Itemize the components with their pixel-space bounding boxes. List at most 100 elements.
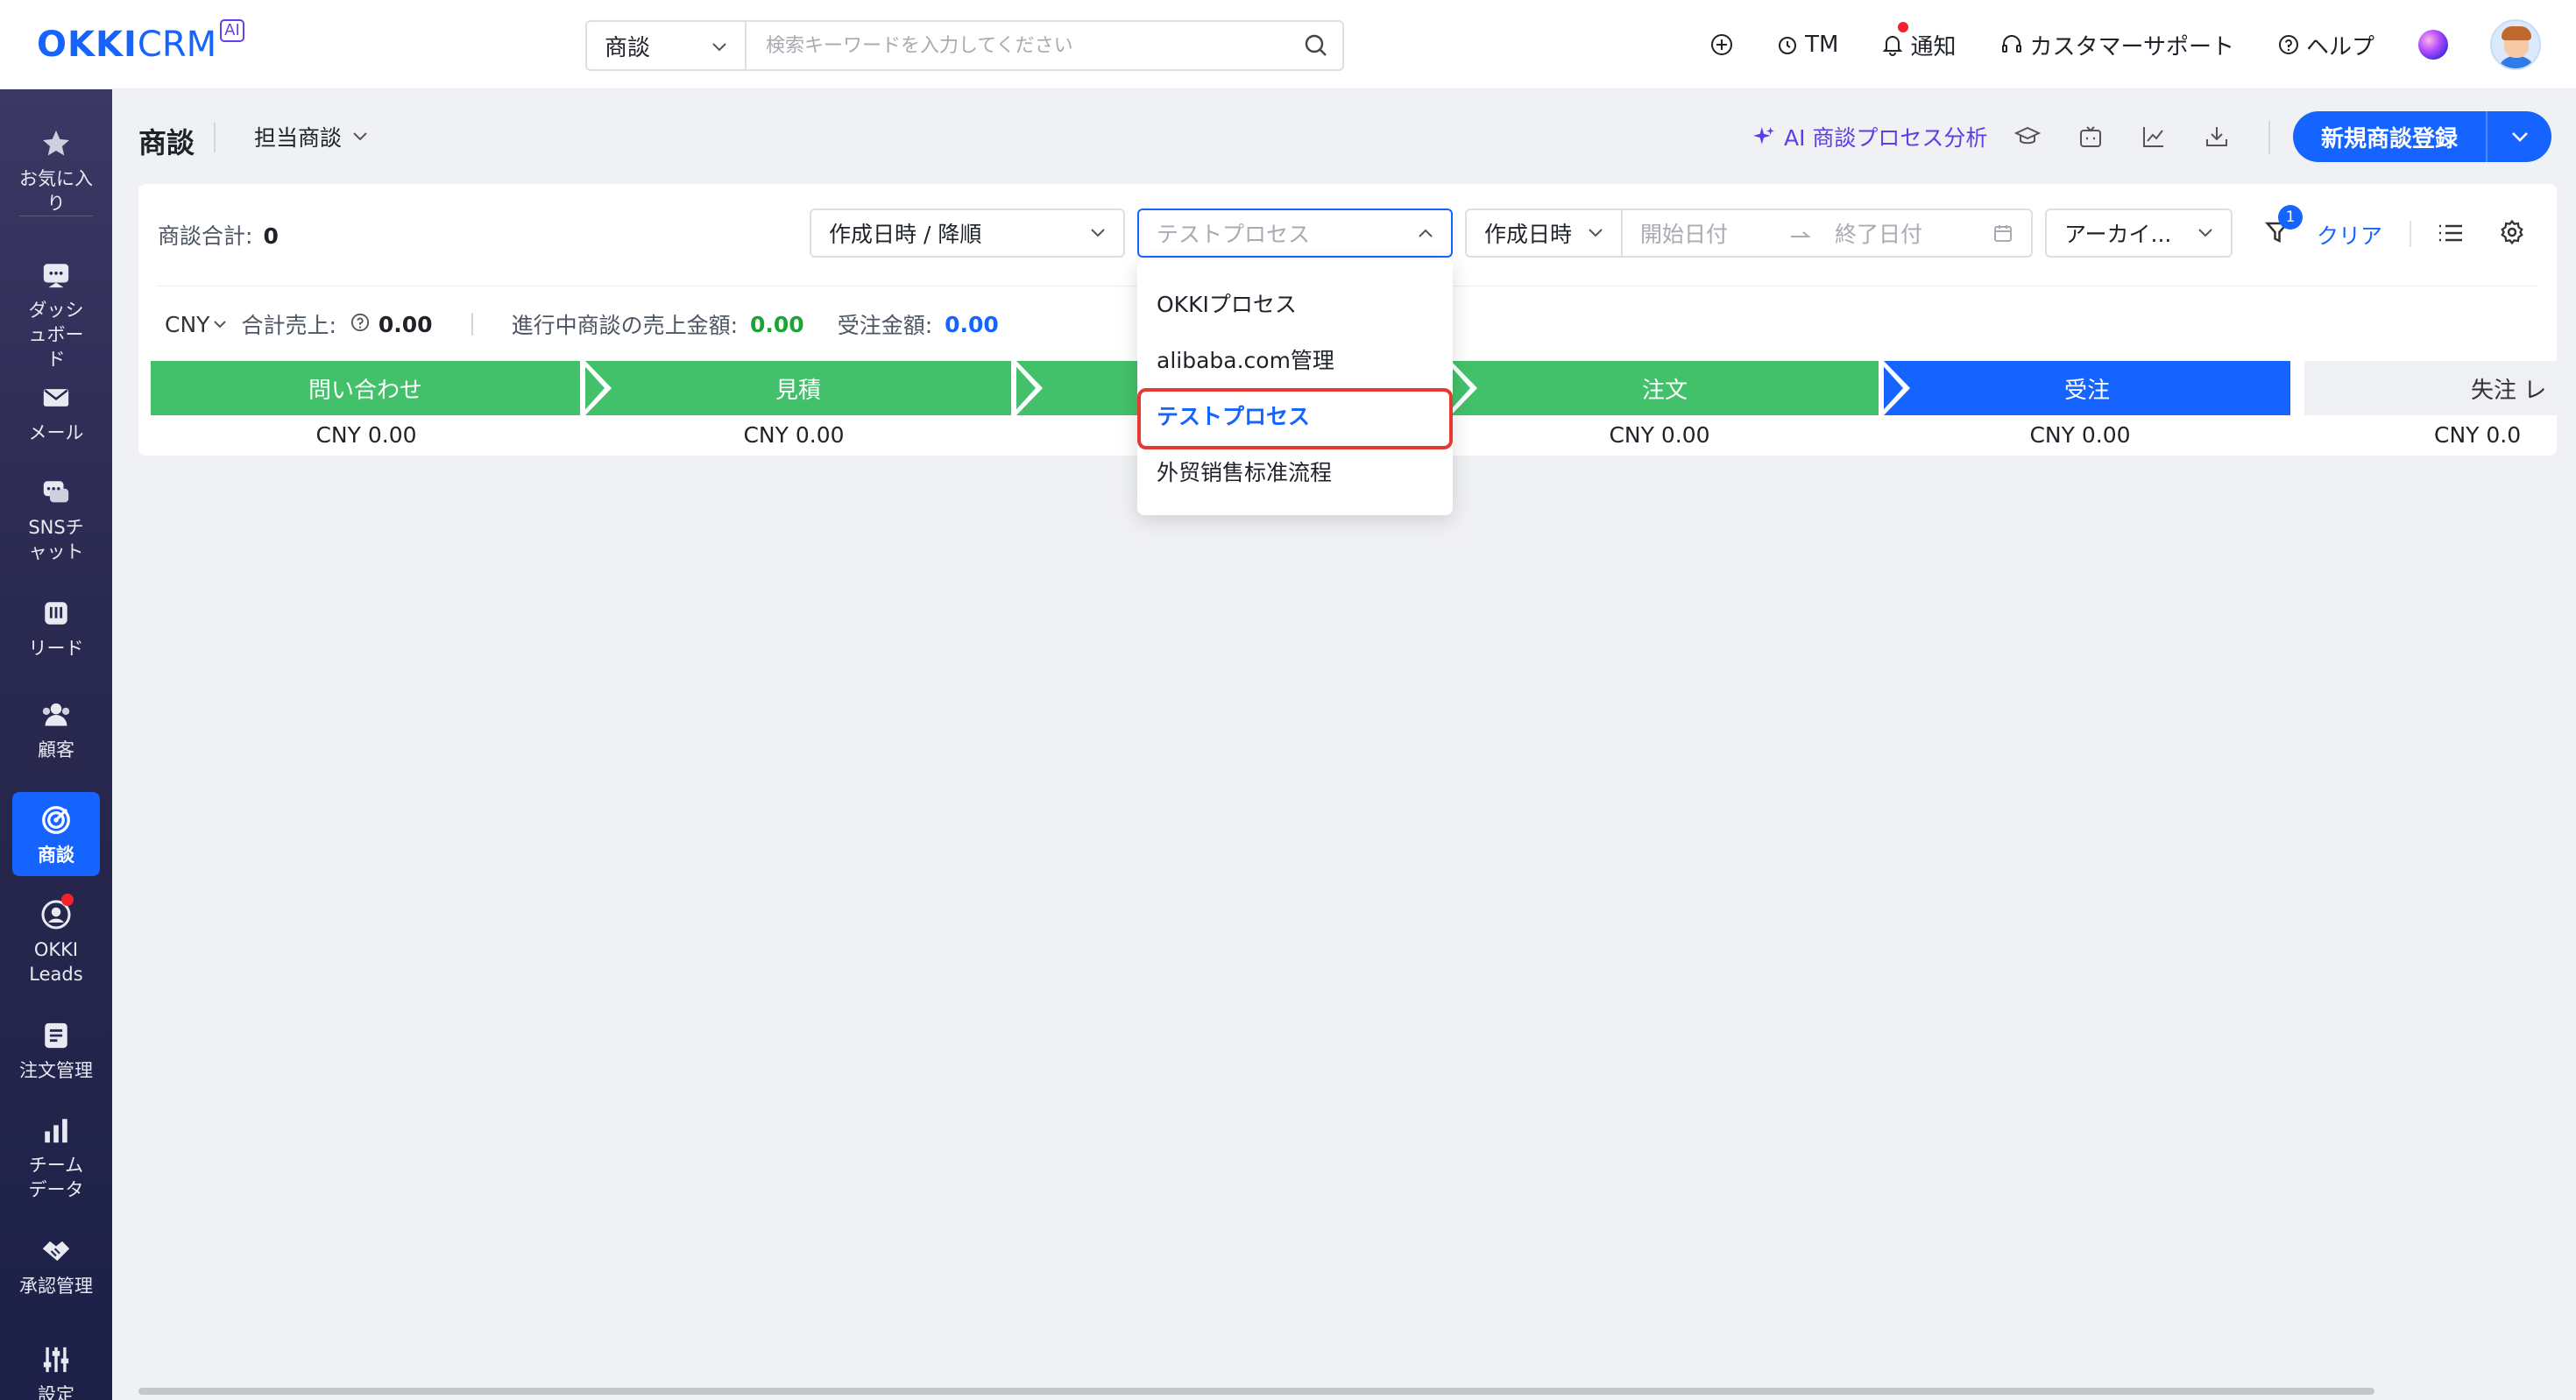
total-sales-value: 0.00	[378, 311, 433, 337]
sidebar-item-dashboard[interactable]: ダッシュボード	[0, 258, 112, 371]
help-label: ヘルプ	[2305, 33, 2374, 60]
stage-amount: CNY 0.00	[315, 422, 417, 448]
sidebar-item-mail[interactable]: メール	[0, 380, 112, 445]
deal-total: 商談合計: 0	[158, 219, 279, 251]
currency-label: CNY	[165, 311, 210, 337]
in-progress-sales-label: 進行中商談の売上金額:	[511, 313, 738, 338]
handshake-icon	[39, 1234, 74, 1269]
ai-assistant-orb-icon[interactable]	[2418, 30, 2448, 60]
gear-icon[interactable]	[2499, 219, 2525, 249]
process-select[interactable]: テストプロセス	[1137, 209, 1453, 258]
sidebar-item-lead[interactable]: リード	[0, 596, 112, 661]
total-sales-label: 合計売上:	[241, 313, 336, 338]
won-amount-label: 受注金額:	[837, 313, 933, 338]
chevron-down-icon	[2198, 229, 2212, 237]
sidebar-item-label: お気に入り	[19, 168, 93, 214]
sidebar-item-okki-leads[interactable]: OKKI Leads	[0, 894, 112, 986]
sidebar-item-favorites[interactable]: お気に入り	[0, 126, 112, 216]
search-icon[interactable]	[1290, 33, 1342, 58]
sidebar-item-label: メール	[28, 422, 84, 443]
notification-dot	[1898, 21, 1909, 32]
stage-inquiry[interactable]: 問い合わせ	[151, 361, 580, 415]
tm-button[interactable]: TM	[1777, 32, 1838, 58]
dropdown-option[interactable]: alibaba.com管理	[1137, 333, 1453, 385]
dropdown-option[interactable]: 外贸销售标准流程	[1137, 445, 1453, 498]
title-divider	[214, 123, 216, 152]
sort-select[interactable]: 作成日時 / 降順	[810, 209, 1125, 258]
toolbar-divider	[2410, 221, 2411, 247]
sidebar-item-approval[interactable]: 承認管理	[0, 1234, 112, 1298]
sidebar-item-order-management[interactable]: 注文管理	[0, 1018, 112, 1083]
list-view-icon[interactable]	[2438, 221, 2464, 249]
sidebar-item-label: 設定	[38, 1384, 74, 1400]
header-divider	[2268, 121, 2270, 154]
sidebar-item-label: 承認管理	[19, 1276, 93, 1297]
ai-deal-process-analysis-button[interactable]: AI 商談プロセス分析	[1752, 121, 1987, 152]
star-icon	[39, 126, 74, 161]
stage-chevron	[1011, 361, 1043, 415]
chevron-down-icon	[214, 321, 227, 329]
archive-select-label: アーカイ...	[2064, 222, 2172, 247]
view-selector[interactable]: 担当商談	[254, 121, 368, 152]
process-select-placeholder: テストプロセス	[1157, 222, 1311, 247]
chevron-down-icon[interactable]	[2488, 131, 2551, 142]
currency-select[interactable]: CNY	[165, 312, 227, 337]
sidebar-item-label: 注文管理	[19, 1060, 93, 1081]
date-field-label: 作成日時	[1484, 222, 1573, 247]
search-scope-select[interactable]: 商談	[587, 22, 747, 69]
mail-icon	[39, 380, 74, 415]
download-icon[interactable]	[2203, 123, 2231, 151]
stage-won[interactable]: 受注	[1884, 361, 2290, 415]
stage-label: 問い合わせ	[308, 377, 422, 404]
stage-lost[interactable]: 失注 レ	[2304, 361, 2557, 415]
date-field-select[interactable]: 作成日時	[1465, 209, 1623, 258]
stage-chevron	[1879, 361, 1910, 415]
dropdown-option[interactable]: OKKIプロセス	[1137, 277, 1453, 329]
start-date-input[interactable]: 開始日付	[1640, 217, 1789, 249]
chevron-down-icon	[353, 132, 367, 141]
stage-chevron	[580, 361, 612, 415]
sales-summary: CNY 合計売上: 0.00 進行中商談の売上金額: 0.00 受注金額: 0.…	[165, 308, 999, 340]
help-icon	[2278, 35, 2298, 54]
customer-support-button[interactable]: カスタマーサポート	[2000, 29, 2234, 61]
sidebar-item-label: SNSチャット	[28, 517, 84, 562]
okki-crm-logo[interactable]: OKKI CRM AI	[37, 19, 244, 67]
robot-icon[interactable]	[2077, 123, 2105, 151]
stage-quote[interactable]: 見積	[585, 361, 1011, 415]
chevron-up-icon	[1419, 229, 1433, 237]
help-button[interactable]: ヘルプ	[2278, 29, 2374, 61]
date-range-picker[interactable]: 開始日付 終了日付	[1621, 209, 2033, 258]
add-icon[interactable]	[1710, 33, 1733, 56]
notification-button[interactable]: 通知	[1882, 21, 1957, 61]
logo-ai-badge: AI	[220, 19, 244, 42]
question-icon[interactable]	[350, 312, 370, 337]
new-deal-button[interactable]: 新規商談登録	[2293, 111, 2551, 162]
page-title: 商談	[138, 126, 195, 159]
line-chart-icon[interactable]	[2140, 123, 2168, 151]
stage-order[interactable]: 注文	[1451, 361, 1879, 415]
horizontal-scrollbar[interactable]	[138, 1388, 2374, 1395]
ai-deal-process-analysis-label: AI 商談プロセス分析	[1784, 125, 1988, 151]
sidebar-item-label: チームデータ	[28, 1155, 84, 1200]
sidebar-item-customer[interactable]: 顧客	[0, 697, 112, 762]
customer-support-label: カスタマーサポート	[2029, 33, 2234, 60]
archive-select[interactable]: アーカイ...	[2045, 209, 2233, 258]
sidebar-item-settings[interactable]: 設定	[0, 1342, 112, 1400]
stage-amount: CNY 0.0	[2434, 422, 2522, 448]
sidebar-item-deals[interactable]: 商談	[12, 792, 100, 876]
bar-chart-icon	[39, 1113, 74, 1148]
dropdown-option-selected[interactable]: テストプロセス	[1137, 389, 1453, 442]
stage-label: 注文	[1641, 377, 1688, 404]
graduation-cap-icon[interactable]	[2013, 123, 2042, 151]
logo-okki-text: OKKI	[37, 25, 138, 65]
tm-label: TM	[1805, 32, 1839, 58]
user-avatar[interactable]	[2490, 19, 2541, 70]
clear-filters-link[interactable]: クリア	[2317, 219, 2382, 251]
sparkle-icon	[1753, 127, 1774, 145]
sidebar-item-sns-chat[interactable]: SNSチャット	[0, 475, 112, 564]
end-date-input[interactable]: 終了日付	[1835, 217, 1992, 249]
search-input[interactable]	[747, 22, 1290, 69]
customer-icon	[39, 697, 74, 732]
sidebar-item-team-data[interactable]: チームデータ	[0, 1113, 112, 1202]
sidebar-item-label: OKKI Leads	[29, 939, 83, 985]
